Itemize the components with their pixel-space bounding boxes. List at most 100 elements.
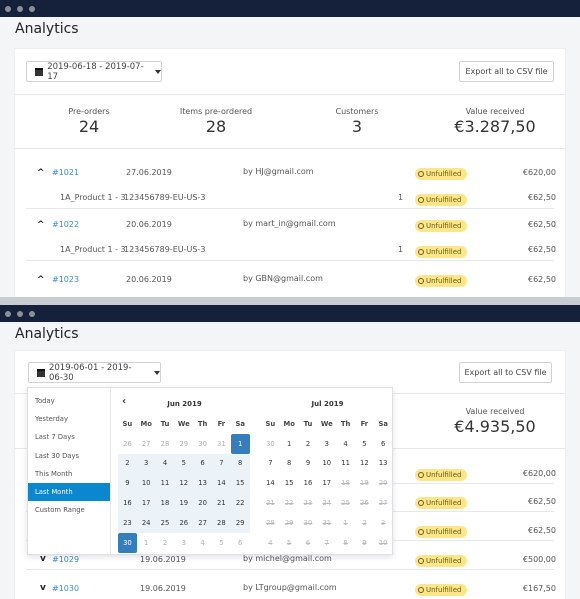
calendar-day[interactable]: 4 bbox=[336, 434, 355, 454]
calendar-day[interactable]: 22 bbox=[230, 493, 250, 513]
circle-icon bbox=[418, 223, 424, 229]
calendar-day[interactable]: 7 bbox=[261, 454, 280, 474]
order-amount: €62,50 bbox=[528, 220, 556, 229]
calendar-day[interactable]: 16 bbox=[299, 473, 318, 493]
calendar-day[interactable]: 4 bbox=[155, 453, 175, 474]
chevron-up-icon[interactable]: ^ bbox=[37, 275, 45, 285]
calendar-day[interactable]: 13 bbox=[193, 473, 212, 494]
range-option-today[interactable]: Today bbox=[28, 392, 110, 410]
calendar-day[interactable]: 13 bbox=[374, 454, 393, 474]
circle-icon bbox=[418, 472, 424, 478]
calendar-day[interactable]: 27 bbox=[193, 512, 212, 533]
calendar-day[interactable]: 6 bbox=[193, 453, 212, 474]
order-link[interactable]: #1023 bbox=[52, 275, 79, 284]
calendar-day[interactable]: 30 bbox=[261, 434, 280, 454]
calendar-day[interactable]: 18 bbox=[155, 493, 175, 513]
window-top: Analytics 2019-06-18 - 2019-07-17 Export… bbox=[0, 0, 580, 297]
calendar-day[interactable]: 19 bbox=[174, 493, 194, 513]
calendar-day[interactable]: 31 bbox=[212, 434, 231, 454]
calendar-day[interactable]: 11 bbox=[336, 454, 355, 474]
calendar-day[interactable]: 1 bbox=[280, 434, 299, 454]
calendar-day[interactable]: 21 bbox=[211, 493, 231, 513]
calendar-day[interactable]: 17 bbox=[136, 493, 156, 513]
calendar-day[interactable]: 6 bbox=[374, 434, 393, 454]
range-option-this-month[interactable]: This Month bbox=[28, 465, 110, 483]
export-csv-button[interactable]: Export all to CSV file bbox=[459, 362, 552, 383]
status-text: Unfulfilled bbox=[426, 277, 462, 285]
calendar-day[interactable]: 9 bbox=[299, 454, 318, 474]
chevron-up-icon[interactable]: ^ bbox=[37, 168, 45, 178]
calendar-day[interactable]: 9 bbox=[118, 473, 137, 494]
calendar-day[interactable]: 30 bbox=[193, 434, 212, 454]
calendar-day[interactable]: 14 bbox=[211, 473, 231, 494]
calendar-day[interactable]: 6 bbox=[231, 533, 250, 553]
range-option-last-30-days[interactable]: Last 30 Days bbox=[28, 447, 110, 465]
separator bbox=[0, 297, 580, 305]
calendar-day[interactable]: 3 bbox=[174, 533, 193, 553]
calendar-day[interactable]: 15 bbox=[280, 473, 299, 493]
calendar-day[interactable]: 2 bbox=[156, 533, 175, 553]
range-option-last-month[interactable]: Last Month bbox=[28, 482, 110, 502]
date-range-picker[interactable]: 2019-06-01 - 2019-06-30 bbox=[28, 362, 161, 383]
circle-icon bbox=[418, 249, 424, 255]
calendar-day[interactable]: 5 bbox=[212, 533, 231, 553]
calendar-day[interactable]: 3 bbox=[317, 434, 336, 454]
calendar-day[interactable]: 7 bbox=[211, 453, 231, 474]
calendar-day[interactable]: 1 bbox=[230, 433, 250, 454]
calendar-day[interactable]: 27 bbox=[137, 434, 156, 454]
window-minimize-dot[interactable] bbox=[17, 310, 23, 317]
calendar-day[interactable]: 2 bbox=[118, 453, 137, 474]
calendar-day[interactable]: 23 bbox=[118, 512, 137, 533]
calendar-day[interactable]: 10 bbox=[136, 473, 156, 494]
order-date: 19.06.2019 bbox=[140, 555, 186, 564]
calendar-day[interactable]: 5 bbox=[174, 453, 194, 474]
calendar-day[interactable]: 11 bbox=[155, 473, 175, 494]
window-maximize-dot[interactable] bbox=[29, 310, 35, 317]
order-link[interactable]: #1021 bbox=[52, 168, 79, 177]
calendar-day: 9 bbox=[362, 538, 367, 547]
range-option-yesterday[interactable]: Yesterday bbox=[28, 410, 110, 428]
calendar-day[interactable]: 8 bbox=[230, 453, 250, 474]
calendar-day[interactable]: 2 bbox=[299, 434, 318, 454]
window-close-dot[interactable] bbox=[5, 5, 11, 12]
chevron-up-icon[interactable]: ^ bbox=[37, 220, 45, 230]
calendar-day[interactable]: 28 bbox=[211, 512, 231, 533]
calendar-day[interactable]: 30 bbox=[118, 532, 137, 553]
calendar-day[interactable]: 15 bbox=[230, 473, 250, 494]
calendar-day[interactable]: 25 bbox=[155, 512, 175, 533]
calendar-day[interactable]: 4 bbox=[193, 533, 212, 553]
order-customer: by HJ@gmail.com bbox=[243, 167, 314, 176]
calendar-day[interactable]: 14 bbox=[261, 473, 280, 493]
window-minimize-dot[interactable] bbox=[17, 5, 23, 12]
window-close-dot[interactable] bbox=[5, 310, 11, 317]
calendar-day: 30 bbox=[303, 518, 313, 527]
calendar-day[interactable]: 29 bbox=[174, 434, 193, 454]
circle-icon bbox=[418, 278, 424, 284]
calendar-day[interactable]: 10 bbox=[317, 454, 336, 474]
range-option-custom-range[interactable]: Custom Range bbox=[28, 501, 110, 519]
calendar-day[interactable]: 12 bbox=[355, 454, 374, 474]
calendar-day[interactable]: 16 bbox=[118, 493, 137, 513]
calendar-day[interactable]: 26 bbox=[174, 512, 194, 533]
export-csv-button[interactable]: Export all to CSV file bbox=[459, 61, 554, 82]
calendar-day[interactable]: 28 bbox=[156, 434, 175, 454]
calendar-day[interactable]: 3 bbox=[136, 453, 156, 474]
order-link[interactable]: #1029 bbox=[52, 555, 79, 564]
order-link[interactable]: #1022 bbox=[52, 220, 79, 229]
calendar-day[interactable]: 8 bbox=[280, 454, 299, 474]
calendar-day[interactable]: 1 bbox=[137, 533, 156, 553]
chevron-down-icon[interactable]: v bbox=[40, 583, 46, 593]
calendar-day[interactable]: 20 bbox=[193, 493, 212, 513]
range-option-last-7-days[interactable]: Last 7 Days bbox=[28, 428, 110, 446]
calendar-day[interactable]: 17 bbox=[317, 473, 336, 493]
calendar-day[interactable]: 29 bbox=[230, 512, 250, 533]
calendar-day[interactable]: 26 bbox=[118, 434, 137, 454]
chevron-down-icon[interactable]: v bbox=[40, 554, 46, 564]
calendar-day[interactable]: 5 bbox=[355, 434, 374, 454]
calendar-day[interactable]: 12 bbox=[174, 473, 194, 494]
order-link[interactable]: #1030 bbox=[52, 584, 79, 593]
date-range-picker[interactable]: 2019-06-18 - 2019-07-17 bbox=[26, 61, 162, 82]
window-maximize-dot[interactable] bbox=[29, 5, 35, 12]
item-sku: 123456789-EU-US-3 bbox=[124, 245, 206, 254]
calendar-day[interactable]: 24 bbox=[136, 512, 156, 533]
